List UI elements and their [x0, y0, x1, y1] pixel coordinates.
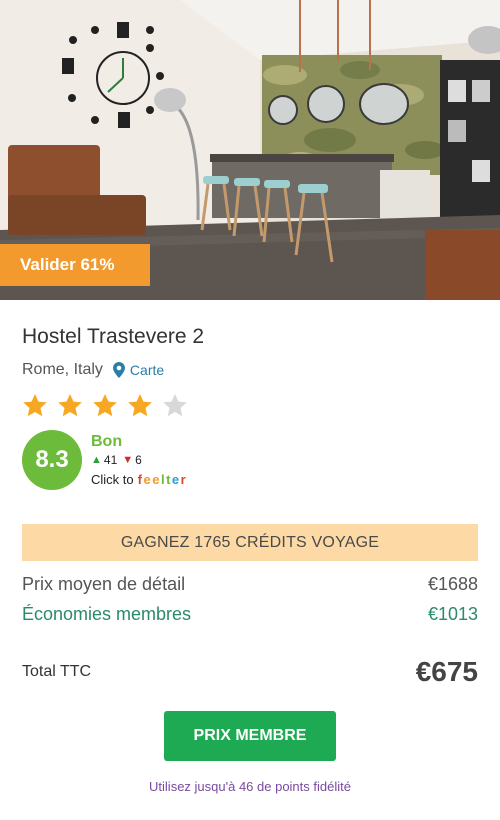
review-rating[interactable]: 8.3 Bon ▲ 41 ▼ 6 Click to feelter [22, 430, 187, 490]
star-rating [22, 393, 188, 418]
member-price-button[interactable]: PRIX MEMBRE [164, 711, 336, 761]
member-savings-value: €1013 [427, 604, 478, 624]
feelter-letter: e [152, 472, 161, 487]
hotel-location: Rome, Italy [22, 361, 103, 378]
star-icon-filled [22, 393, 48, 418]
member-savings-label: Économies membres [22, 604, 192, 624]
map-link[interactable]: Carte [130, 362, 164, 378]
star-icon-filled [57, 393, 83, 418]
total-label: Total TTC [22, 663, 92, 680]
triangle-down-icon: ▼ [122, 454, 134, 466]
down-votes: 6 [135, 453, 142, 467]
feelter-letter: r [180, 472, 188, 487]
discount-badge: Valider 61% [0, 244, 150, 286]
retail-price-label: Prix moyen de détail [22, 574, 186, 594]
retail-price-value: €1688 [427, 574, 478, 594]
total-price: €675 [415, 656, 478, 687]
star-icon-empty [162, 393, 188, 418]
retail-price-row: Prix moyen de détail €1688 [22, 574, 478, 595]
member-savings-row: Économies membres €1013 [22, 604, 478, 625]
up-votes: 41 [103, 453, 118, 467]
rating-label: Bon [91, 433, 123, 450]
star-icon-filled [92, 393, 118, 418]
discount-badge-text: Valider 61% [20, 255, 115, 274]
star-icon-filled [127, 393, 153, 418]
location-row: Rome, Italy Carte [22, 361, 164, 379]
hotel-card[interactable]: Valider 61% Hostel Trastevere 2 Rome, It… [0, 0, 500, 820]
map-pin-icon[interactable] [112, 362, 125, 378]
hotel-photo[interactable]: Valider 61% [0, 0, 500, 300]
feelter-letter: e [143, 472, 153, 487]
hotel-name[interactable]: Hostel Trastevere 2 [22, 325, 204, 349]
review-score: 8.3 [22, 430, 82, 490]
feelter-link[interactable]: Click to feelter [91, 472, 187, 487]
loyalty-points-note: Utilisez jusqu'à 46 de points fidélité [149, 779, 351, 794]
feelter-logo: feelter [138, 472, 188, 487]
vote-counts: ▲ 41 ▼ 6 [91, 453, 187, 467]
total-row: Total TTC €675 [22, 656, 478, 688]
feelter-letter: e [171, 472, 181, 487]
credits-banner: GAGNEZ 1765 CRÉDITS VOYAGE [22, 524, 478, 561]
rating-detail: Bon ▲ 41 ▼ 6 Click to feelter [91, 433, 187, 487]
click-to-text: Click to [91, 472, 134, 487]
triangle-up-icon: ▲ [91, 454, 102, 466]
